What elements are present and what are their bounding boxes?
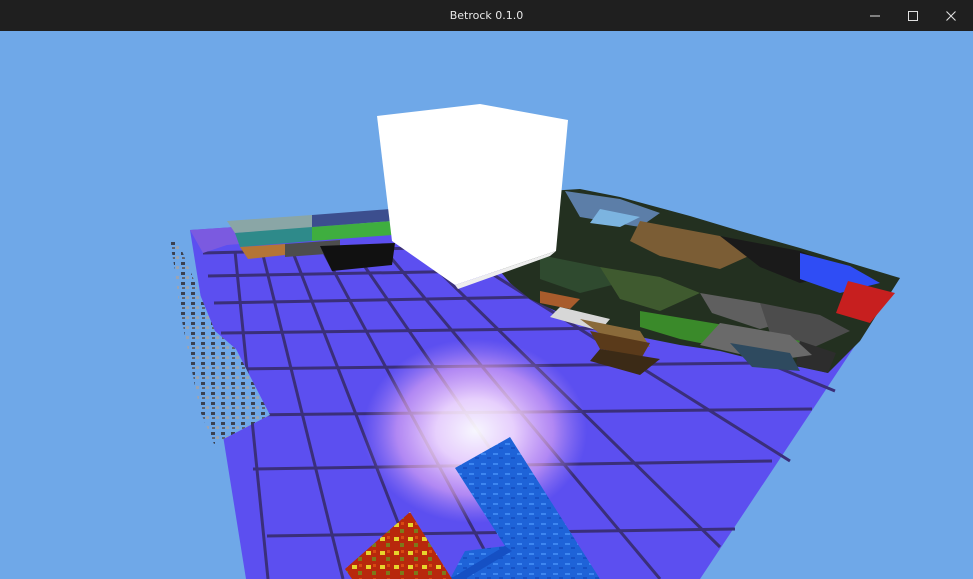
close-icon bbox=[946, 10, 956, 21]
scene-canvas bbox=[170, 104, 900, 579]
game-viewport[interactable] bbox=[0, 31, 973, 579]
close-button[interactable] bbox=[934, 0, 968, 31]
minimize-button[interactable] bbox=[858, 0, 892, 31]
app-window: Betrock 0.1.0 bbox=[0, 0, 973, 579]
maximize-icon bbox=[908, 10, 918, 21]
maximize-button[interactable] bbox=[896, 0, 930, 31]
window-title: Betrock 0.1.0 bbox=[449, 9, 524, 22]
minimize-icon bbox=[870, 15, 880, 16]
title-bar[interactable]: Betrock 0.1.0 bbox=[0, 0, 973, 31]
